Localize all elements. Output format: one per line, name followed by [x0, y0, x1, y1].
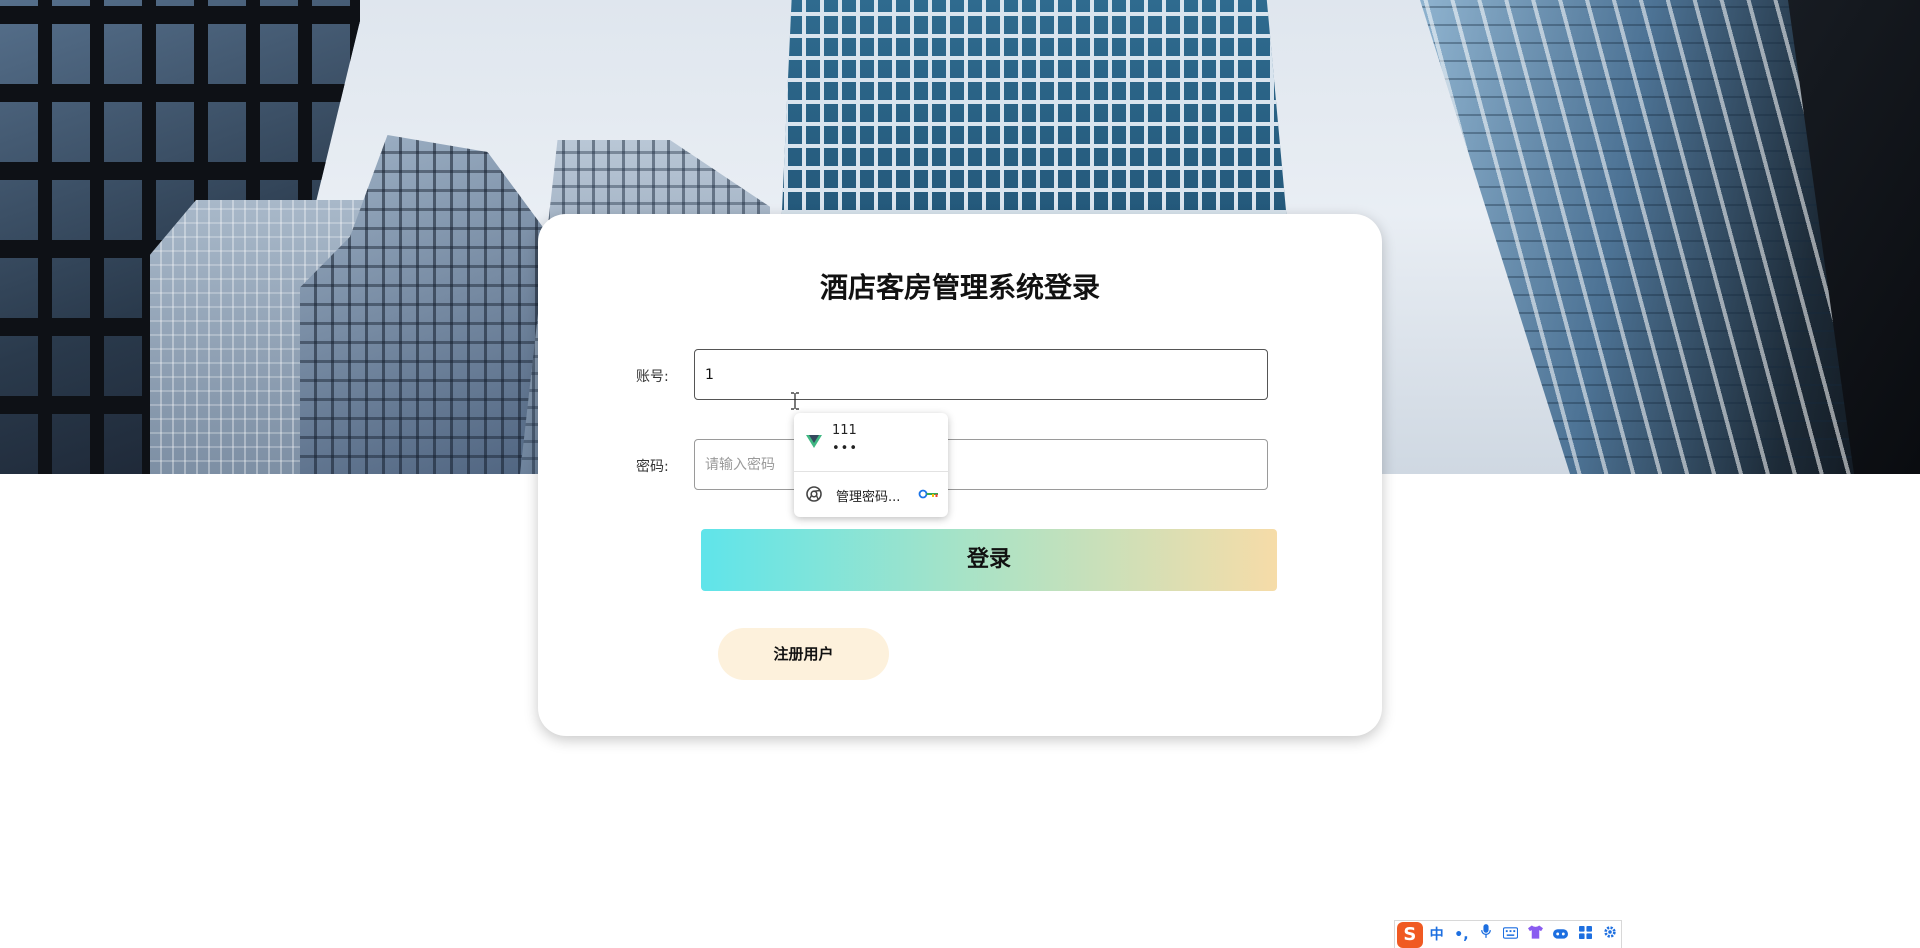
register-button[interactable]: 注册用户	[718, 628, 889, 680]
keyboard-icon[interactable]	[1500, 923, 1522, 947]
toolbox-icon[interactable]	[1550, 923, 1572, 947]
autofill-username: 111	[832, 423, 857, 438]
building-mid-left	[300, 135, 550, 474]
autofill-password-mask: •••	[832, 441, 859, 456]
microphone-icon[interactable]	[1475, 923, 1497, 947]
login-button[interactable]: 登录	[701, 529, 1277, 591]
vue-icon	[806, 435, 822, 448]
login-card: 酒店客房管理系统登录 账号: 密码: 登录 注册用户	[538, 214, 1382, 736]
username-input[interactable]	[694, 349, 1268, 400]
ime-toolbar: S 中 •,	[1394, 920, 1622, 948]
skin-shirt-icon[interactable]	[1525, 923, 1547, 947]
autofill-suggestion[interactable]: 111 •••	[794, 413, 948, 471]
key-icon	[918, 489, 938, 499]
settings-gear-icon[interactable]	[1599, 923, 1621, 947]
sogou-logo-icon[interactable]: S	[1397, 921, 1423, 948]
apps-grid-icon[interactable]	[1574, 923, 1596, 947]
password-label: 密码:	[636, 459, 669, 475]
text-cursor-icon	[791, 392, 799, 410]
password-input[interactable]	[694, 439, 1268, 490]
ime-mode-toggle[interactable]: 中	[1426, 923, 1448, 947]
ime-punctuation-toggle[interactable]: •,	[1451, 923, 1473, 947]
chrome-icon	[806, 486, 822, 502]
username-label: 账号:	[636, 369, 669, 385]
page-title: 酒店客房管理系统登录	[819, 271, 1100, 304]
password-autofill-popup: 111 ••• 管理密码...	[794, 413, 948, 517]
manage-passwords-label: 管理密码...	[836, 490, 901, 505]
manage-passwords-item[interactable]: 管理密码...	[794, 472, 948, 517]
